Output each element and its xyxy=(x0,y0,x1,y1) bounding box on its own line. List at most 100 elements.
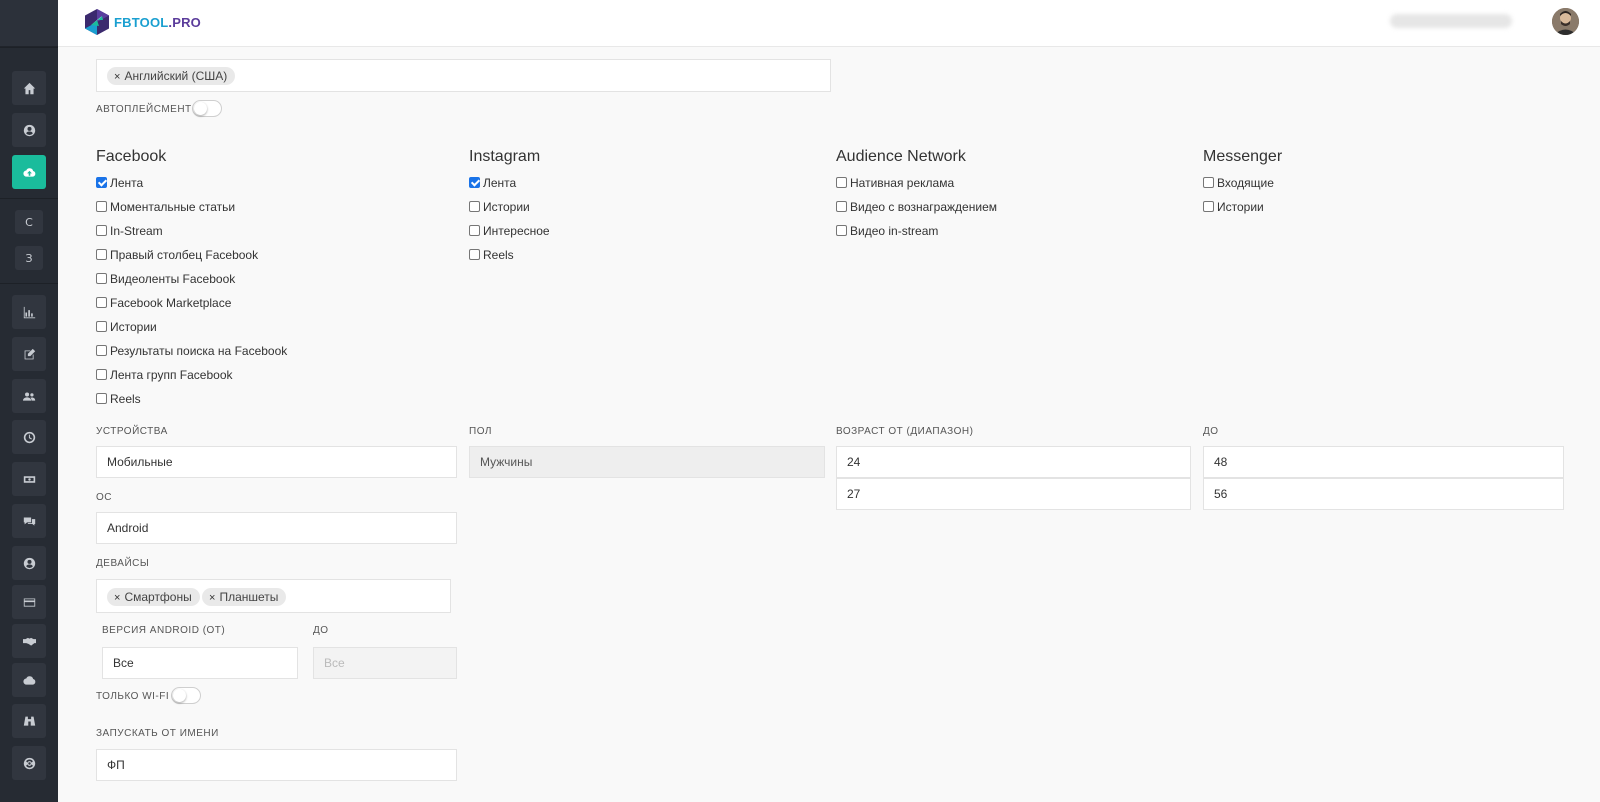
facebook-groups-feed-checkbox[interactable]: Лента групп Facebook xyxy=(96,368,233,382)
messenger-stories-checkbox[interactable]: Истории xyxy=(1203,200,1264,214)
facebook-stories-checkbox[interactable]: Истории xyxy=(96,320,157,334)
age-from-input-2[interactable]: 27 xyxy=(836,478,1191,510)
checkbox[interactable] xyxy=(96,272,107,284)
checkbox[interactable] xyxy=(96,248,107,260)
facebook-reels-checkbox[interactable]: Reels xyxy=(96,392,141,406)
instagram-explore-checkbox[interactable]: Интересное xyxy=(469,224,550,238)
sidebar-item-chat[interactable] xyxy=(12,504,46,538)
android-version-to-select[interactable]: Все xyxy=(313,647,457,679)
sidebar-item-home[interactable] xyxy=(12,71,46,105)
sidebar-item-account[interactable] xyxy=(12,113,46,147)
sidebar-item-history[interactable] xyxy=(12,420,46,454)
checkbox-label: Видеоленты Facebook xyxy=(110,272,236,286)
comments-icon xyxy=(23,516,35,526)
facebook-marketplace-checkbox[interactable]: Facebook Marketplace xyxy=(96,296,231,310)
facebook-video-feeds-checkbox[interactable]: Видеоленты Facebook xyxy=(96,272,235,286)
device-tag-tablets[interactable]: × Планшеты xyxy=(202,588,287,606)
checkbox-label: Результаты поиска на Facebook xyxy=(110,344,288,358)
sidebar-item-cloud[interactable] xyxy=(12,663,46,697)
wifi-only-toggle[interactable] xyxy=(171,687,201,704)
autoplacement-label: АВТОПЛЕЙСМЕНТ xyxy=(96,104,192,115)
devices-label: УСТРОЙСТВА xyxy=(96,426,168,437)
sidebar-item-billing[interactable] xyxy=(12,585,46,619)
os-select[interactable]: Android xyxy=(96,512,457,544)
users-icon xyxy=(22,391,35,401)
checkbox[interactable] xyxy=(1203,176,1214,188)
sidebar-item-users[interactable] xyxy=(12,379,46,413)
messenger-inbox-checkbox[interactable]: Входящие xyxy=(1203,176,1274,190)
checkbox[interactable] xyxy=(96,320,107,332)
facebook-instant-articles-checkbox[interactable]: Моментальные статьи xyxy=(96,200,235,214)
avatar[interactable] xyxy=(1552,8,1579,35)
handshake-icon xyxy=(22,637,36,646)
chart-icon xyxy=(23,306,35,318)
facebook-search-results-checkbox[interactable]: Результаты поиска на Facebook xyxy=(96,344,287,358)
device-types-select[interactable]: × Смартфоны × Планшеты xyxy=(96,579,451,613)
an-rewarded-video-checkbox[interactable]: Видео с вознаграждением xyxy=(836,200,997,214)
an-instream-video-checkbox[interactable]: Видео in-stream xyxy=(836,224,938,238)
money-icon xyxy=(23,475,35,483)
checkbox[interactable] xyxy=(1203,200,1214,212)
edit-icon xyxy=(24,348,35,359)
checkbox[interactable] xyxy=(96,392,107,404)
facebook-right-column-checkbox[interactable]: Правый столбец Facebook xyxy=(96,248,258,262)
checkbox[interactable] xyxy=(836,200,847,212)
age-from-input-1[interactable]: 24 xyxy=(836,446,1191,478)
sidebar-item-partners[interactable] xyxy=(12,624,46,658)
run-as-select[interactable]: ФП xyxy=(96,749,457,781)
language-select[interactable]: × Английский (США) xyxy=(96,59,831,92)
checkbox-label: Reels xyxy=(110,392,141,406)
gender-select[interactable]: Мужчины xyxy=(469,446,825,478)
devices-select[interactable]: Мобильные xyxy=(96,446,457,478)
an-native-checkbox[interactable]: Нативная реклама xyxy=(836,176,954,190)
checkbox[interactable] xyxy=(96,344,107,356)
user-name-blurred[interactable] xyxy=(1390,14,1512,28)
remove-tag-icon[interactable]: × xyxy=(209,592,215,604)
facebook-feed-checkbox[interactable]: Лента xyxy=(96,176,143,190)
instagram-reels-checkbox[interactable]: Reels xyxy=(469,248,514,262)
sidebar-item-upload[interactable] xyxy=(12,155,46,189)
sidebar-divider xyxy=(0,198,58,199)
checkbox[interactable] xyxy=(469,224,480,236)
instagram-stories-checkbox[interactable]: Истории xyxy=(469,200,530,214)
age-to-input-1[interactable]: 48 xyxy=(1203,446,1564,478)
facebook-instream-checkbox[interactable]: In-Stream xyxy=(96,224,163,238)
device-types-label: ДЕВАЙСЫ xyxy=(96,558,150,569)
sidebar-item-support[interactable] xyxy=(12,746,46,780)
checkbox-label: In-Stream xyxy=(110,224,163,238)
autoplacement-toggle[interactable] xyxy=(192,100,222,117)
instagram-feed-checkbox[interactable]: Лента xyxy=(469,176,516,190)
checkbox-checked[interactable] xyxy=(469,176,480,188)
sidebar-item-letter-z[interactable]: З xyxy=(15,246,43,270)
logo[interactable]: FBTOOL.PRO xyxy=(84,8,201,36)
os-label: ОС xyxy=(96,492,112,503)
android-version-from-label: ВЕРСИЯ ANDROID (ОТ) xyxy=(102,625,226,636)
age-to-input-2[interactable]: 56 xyxy=(1203,478,1564,510)
remove-tag-icon[interactable]: × xyxy=(114,592,120,604)
sidebar: С З xyxy=(0,0,58,802)
sidebar-item-finance[interactable] xyxy=(12,462,46,496)
sidebar-item-edit[interactable] xyxy=(12,337,46,371)
checkbox[interactable] xyxy=(96,200,107,212)
checkbox[interactable] xyxy=(469,248,480,260)
checkbox-checked[interactable] xyxy=(96,176,107,188)
checkbox[interactable] xyxy=(96,368,107,380)
remove-tag-icon[interactable]: × xyxy=(114,71,120,83)
checkbox[interactable] xyxy=(96,296,107,308)
sidebar-item-statistics[interactable] xyxy=(12,295,46,329)
checkbox[interactable] xyxy=(96,224,107,236)
sidebar-item-letter-c[interactable]: С xyxy=(15,210,43,234)
checkbox[interactable] xyxy=(836,224,847,236)
language-tag[interactable]: × Английский (США) xyxy=(107,67,236,85)
credit-card-icon xyxy=(23,597,35,607)
checkbox[interactable] xyxy=(836,176,847,188)
logo-text: FBTOOL.PRO xyxy=(114,14,201,30)
android-version-from-select[interactable]: Все xyxy=(102,647,298,679)
checkbox-label: Правый столбец Facebook xyxy=(110,248,259,262)
language-tag-label: Английский (США) xyxy=(124,69,228,83)
sidebar-item-spy[interactable] xyxy=(12,704,46,738)
sidebar-item-profile[interactable] xyxy=(12,546,46,580)
device-tag-smartphones[interactable]: × Смартфоны xyxy=(107,588,200,606)
checkbox[interactable] xyxy=(469,200,480,212)
cloud-icon xyxy=(22,675,35,685)
